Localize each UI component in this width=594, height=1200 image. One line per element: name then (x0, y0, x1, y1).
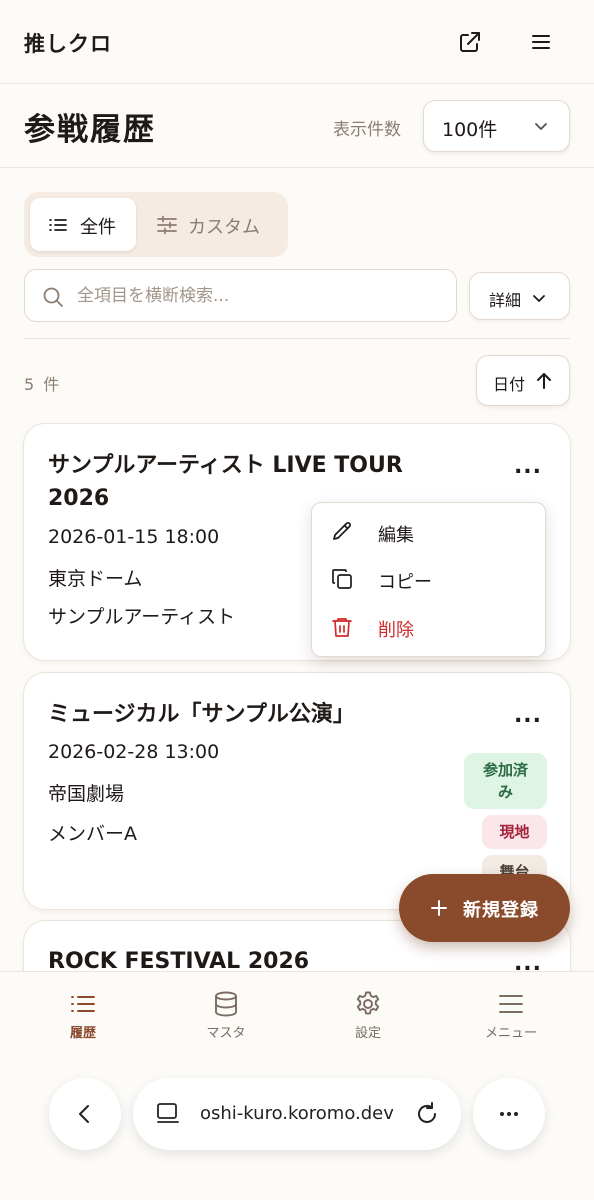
new-entry-button[interactable]: 新規登録 (399, 874, 570, 942)
tab-custom[interactable]: カスタム (142, 198, 282, 251)
status-badge: 参加済 み (464, 753, 547, 809)
reload-icon[interactable] (413, 1100, 441, 1128)
pencil-icon (330, 520, 354, 544)
nav-item-master[interactable]: マスタ (166, 986, 286, 1046)
nav-label: マスタ (206, 1026, 246, 1041)
chevron-left-icon (73, 1102, 97, 1126)
card-artist: サンプルアーティスト (48, 606, 236, 628)
card-datetime: 2026-01-15 18:00 (48, 526, 220, 548)
nav-label: 履歴 (69, 1026, 96, 1041)
page-title: 参戦履歴 (24, 112, 156, 148)
list-icon (48, 215, 68, 235)
search-box (24, 269, 457, 322)
divider (24, 338, 570, 339)
chevron-down-icon (533, 118, 549, 134)
external-link-icon[interactable] (454, 26, 486, 58)
chevron-down-icon (531, 290, 547, 306)
result-count: 5 件 (24, 375, 62, 394)
nav-item-history[interactable]: 履歴 (23, 986, 143, 1046)
menu-item-edit[interactable]: 編集 (312, 510, 547, 554)
detail-filter-button[interactable]: 詳細 (469, 272, 570, 320)
tab-custom-label: カスタム (188, 217, 260, 238)
app-header: 推しクロ (0, 0, 594, 84)
tab-all-label: 全件 (80, 217, 116, 238)
nav-item-menu[interactable]: メニュー (451, 986, 571, 1046)
database-icon (212, 990, 240, 1018)
card-title: ミュージカル「サンプル公演」 (48, 702, 355, 727)
view-tabs: 全件 カスタム (24, 192, 288, 257)
menu-item-label: 編集 (378, 525, 414, 546)
browser-url-bar[interactable]: oshi-kuro.koromo.dev (133, 1078, 461, 1150)
browser-back-button[interactable] (49, 1078, 121, 1150)
plus-icon (429, 898, 449, 918)
card-artist: メンバーA (48, 823, 137, 845)
card-context-menu: 編集 コピー 削除 (311, 502, 546, 657)
menu-item-label: コピー (378, 572, 432, 593)
hamburger-icon[interactable] (525, 26, 557, 58)
list-icon (69, 990, 97, 1018)
card-venue: 帝国劇場 (48, 783, 125, 805)
menu-item-delete[interactable]: 削除 (312, 605, 547, 649)
nav-label: 設定 (354, 1026, 381, 1041)
new-entry-label: 新規登録 (463, 900, 539, 921)
status-badge: 現地 (482, 815, 547, 849)
browser-more-button[interactable] (473, 1078, 545, 1150)
search-icon (42, 286, 64, 308)
search-input[interactable] (77, 282, 437, 310)
menu-item-label: 削除 (378, 620, 414, 641)
more-options-button[interactable]: ... (508, 454, 548, 486)
tab-all[interactable]: 全件 (30, 198, 136, 251)
card-datetime: 2026-02-28 13:00 (48, 741, 220, 763)
count-select[interactable]: 100件 (423, 100, 570, 152)
sort-button[interactable]: 日付 (476, 355, 570, 406)
divider (0, 167, 594, 168)
card-venue: 東京ドーム (48, 568, 143, 590)
copy-icon (330, 567, 354, 591)
trash-icon (330, 615, 354, 639)
count-select-value: 100件 (442, 119, 498, 141)
count-label: 表示件数 (333, 120, 401, 140)
arrow-up-icon (534, 371, 554, 391)
detail-filter-label: 詳細 (489, 291, 522, 310)
browser-url: oshi-kuro.koromo.dev (200, 1103, 394, 1124)
gear-icon (354, 990, 382, 1018)
hamburger-icon (497, 990, 525, 1018)
tabs-icon (155, 1102, 181, 1126)
sliders-icon (156, 215, 178, 235)
more-icon (497, 1102, 521, 1126)
nav-label: メニュー (484, 1026, 537, 1041)
menu-item-copy[interactable]: コピー (312, 557, 547, 601)
more-options-button[interactable]: ... (508, 703, 548, 735)
app-title[interactable]: 推しクロ (24, 28, 112, 58)
sort-label: 日付 (493, 375, 526, 394)
nav-item-settings[interactable]: 設定 (308, 986, 428, 1046)
